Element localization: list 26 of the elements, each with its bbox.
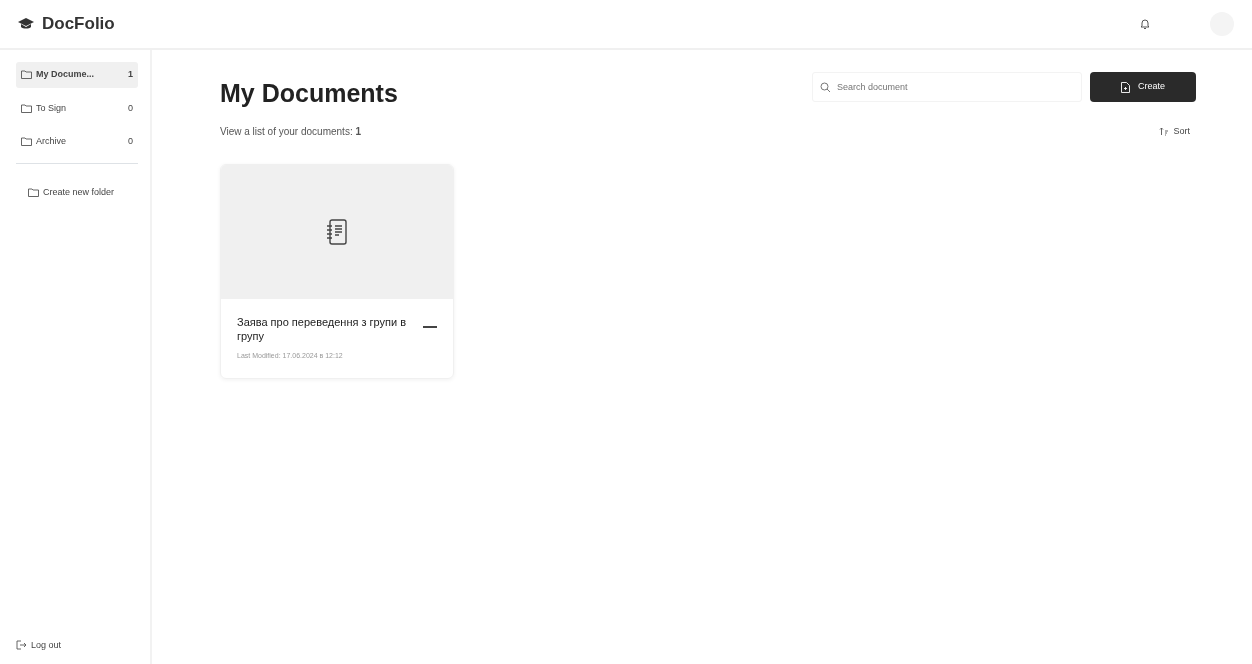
app-name: DocFolio	[42, 13, 115, 36]
sort-icon	[1159, 127, 1170, 137]
item-count: 1	[128, 68, 133, 81]
search-field[interactable]: Search document	[812, 72, 1082, 102]
create-button[interactable]: Create	[1090, 72, 1196, 102]
logo-icon	[18, 18, 34, 30]
item-count: 0	[128, 135, 133, 148]
sidebar-item[interactable]: To Sign 0	[16, 95, 138, 121]
item-count: 0	[128, 101, 133, 115]
sort-button[interactable]: Sort	[1153, 124, 1196, 140]
file-icon	[1121, 81, 1130, 93]
document-count-text: View a list of your documents: 1	[220, 125, 361, 140]
create-folder-button[interactable]: Create new folder	[16, 179, 127, 205]
folder-icon	[21, 137, 32, 147]
notebook-icon	[326, 218, 348, 245]
logout-button[interactable]: Log out	[16, 638, 62, 652]
logout-icon	[16, 640, 27, 651]
folder-icon	[21, 70, 32, 80]
sidebar-item[interactable]: Archive 0	[16, 129, 138, 155]
notifications-button[interactable]	[1140, 18, 1150, 30]
page-title: My Documents	[220, 78, 398, 108]
folder-icon	[28, 187, 39, 197]
folder-icon	[21, 103, 32, 113]
document-title: Заява про переведення з групи в групу	[237, 314, 408, 344]
bell-icon	[1140, 18, 1150, 30]
sidebar-item[interactable]: My Docume... 1	[16, 62, 138, 88]
